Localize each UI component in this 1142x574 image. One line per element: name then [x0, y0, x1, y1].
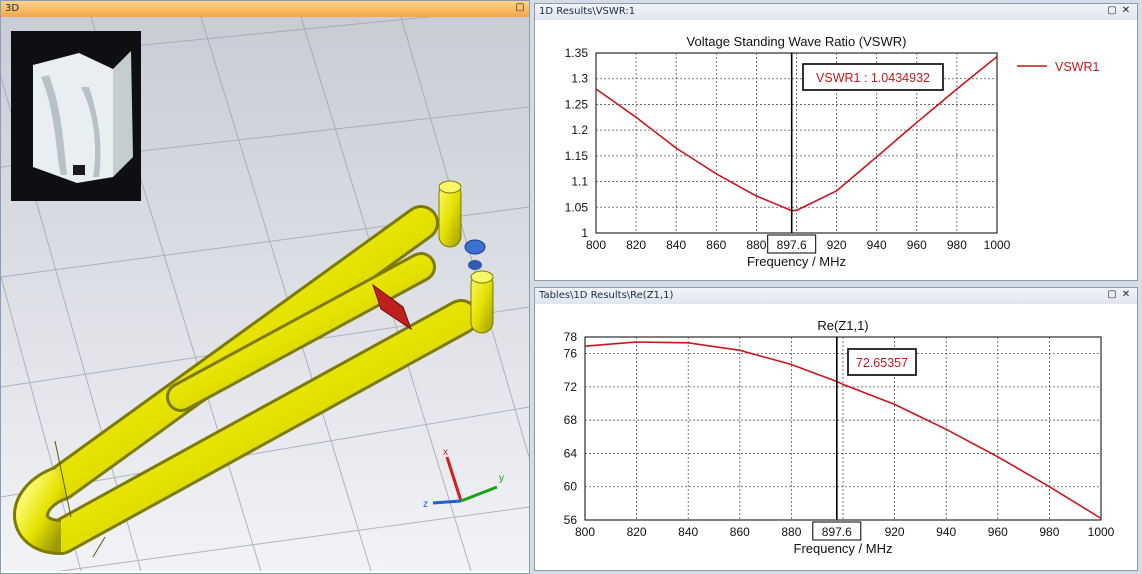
chart-title: Re(Z1,1) [817, 318, 868, 333]
marker-x-label: 897.6 [822, 525, 852, 539]
y-tick-label: 1.25 [565, 97, 589, 111]
x-axis-label: Frequency / MHz [747, 254, 846, 269]
plot-area [584, 336, 1102, 521]
maximize-icon[interactable]: ▢ [515, 3, 525, 13]
axis-z-label: z [423, 499, 428, 510]
x-tick-label: 980 [1039, 525, 1059, 539]
y-tick-label: 1 [581, 226, 588, 240]
axis-x-label: x [443, 447, 448, 458]
legend-entry: VSWR1 [1055, 60, 1100, 74]
x-tick-label: 960 [907, 238, 927, 252]
y-tick-label: 76 [564, 347, 578, 361]
port-disc [464, 239, 486, 255]
y-tick-label: 68 [564, 413, 578, 427]
x-tick-label: 840 [666, 238, 686, 252]
x-tick-label: 960 [988, 525, 1008, 539]
vswr-title: 1D Results\VSWR:1 [539, 6, 636, 17]
y-tick-label: 56 [564, 513, 578, 527]
rez-chart[interactable]: Re(Z1,1) 800 820 840 860 880 920 940 960 980 1000 5… [535, 304, 1137, 570]
close-icon[interactable]: ✕ [1121, 6, 1131, 16]
y-tick-label: 1.1 [571, 175, 588, 189]
inset-photo [11, 31, 141, 201]
y-tick-label: 1.15 [565, 149, 589, 163]
maximize-icon[interactable]: ▢ [1107, 6, 1117, 16]
x-tick-label: 920 [885, 525, 905, 539]
view3d-title: 3D [5, 3, 20, 14]
y-tick-label: 72 [564, 380, 578, 394]
x-axis-label: Frequency / MHz [794, 541, 893, 556]
y-tick-label: 60 [564, 480, 578, 494]
y-tick-label: 1.2 [571, 123, 588, 137]
view3d-titlebar: 3D ▢ [1, 1, 529, 17]
x-tick-label: 1000 [1088, 525, 1115, 539]
x-tick-label: 940 [867, 238, 887, 252]
x-tick-label: 880 [781, 525, 801, 539]
rez-title: Tables\1D Results\Re(Z1,1) [539, 290, 674, 301]
vswr-pane: 1D Results\VSWR:1 ▢ ✕ Voltage Standing W… [534, 3, 1138, 281]
y-tick-label: 1.3 [571, 72, 588, 86]
rez-pane: Tables\1D Results\Re(Z1,1) ▢ ✕ Re(Z1,1) 8… [534, 287, 1138, 571]
vswr-chart[interactable]: Voltage Standing Wave Ratio (VSWR) 800 820… [535, 20, 1137, 280]
x-tick-label: 880 [746, 238, 766, 252]
close-icon[interactable]: ✕ [1121, 290, 1131, 300]
axis-y-label: y [499, 473, 504, 484]
x-tick-label: 940 [936, 525, 956, 539]
chart-title: Voltage Standing Wave Ratio (VSWR) [687, 34, 907, 49]
x-tick-label: 840 [678, 525, 698, 539]
x-tick-label: 860 [706, 238, 726, 252]
vswr-titlebar: 1D Results\VSWR:1 ▢ ✕ [535, 4, 1137, 20]
x-tick-label: 800 [575, 525, 595, 539]
x-tick-label: 800 [586, 238, 606, 252]
y-tick-label: 1.35 [565, 46, 589, 60]
x-tick-label: 820 [627, 525, 647, 539]
rez-titlebar: Tables\1D Results\Re(Z1,1) ▢ ✕ [535, 288, 1137, 304]
maximize-icon[interactable]: ▢ [1107, 290, 1117, 300]
x-tick-label: 1000 [984, 238, 1011, 252]
view3d-pane: 3D ▢ x y z [0, 0, 530, 574]
y-tick-label: 1.05 [565, 200, 589, 214]
y-tick-label: 64 [564, 446, 578, 460]
marker-x-label: 897.6 [777, 238, 807, 252]
marker-readout: 72.65357 [856, 356, 908, 370]
x-tick-label: 920 [827, 238, 847, 252]
x-tick-label: 820 [626, 238, 646, 252]
y-tick-label: 78 [564, 330, 578, 344]
x-tick-label: 980 [947, 238, 967, 252]
x-tick-label: 860 [730, 525, 750, 539]
marker-readout: VSWR1 : 1.0434932 [816, 71, 930, 85]
view3d-canvas[interactable]: x y z [1, 17, 529, 571]
